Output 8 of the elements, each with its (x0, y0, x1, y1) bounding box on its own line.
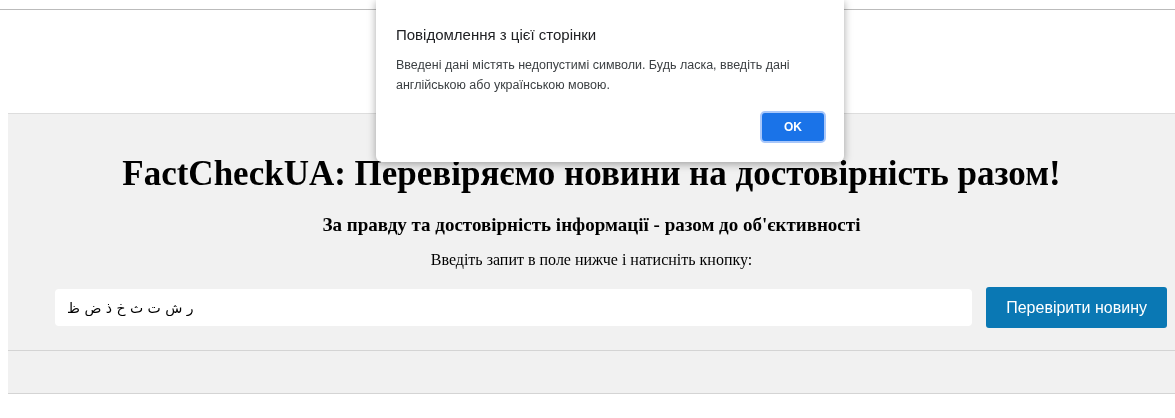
page-title: FactCheckUA: Перевіряємо новини на достовірність разом! (122, 154, 1061, 194)
check-news-button[interactable]: Перевірити новину (986, 287, 1167, 328)
dialog-title: Повідомлення з цієї сторінки (396, 26, 598, 43)
dialog-message: Введені дані містять недопустимі символи. Будь ласка, введіть дані англійською або українською мовою. (396, 57, 791, 94)
page-subtitle: За правду та достовірність інформації - разом до об'єктивності (322, 214, 861, 236)
ok-button[interactable]: OK (760, 111, 826, 143)
instruction-text: Введіть запит в поле нижче і натисніть кнопку: (430, 251, 753, 269)
query-field[interactable]: ر ش ت ث خ ذ ض ظ (55, 289, 973, 326)
